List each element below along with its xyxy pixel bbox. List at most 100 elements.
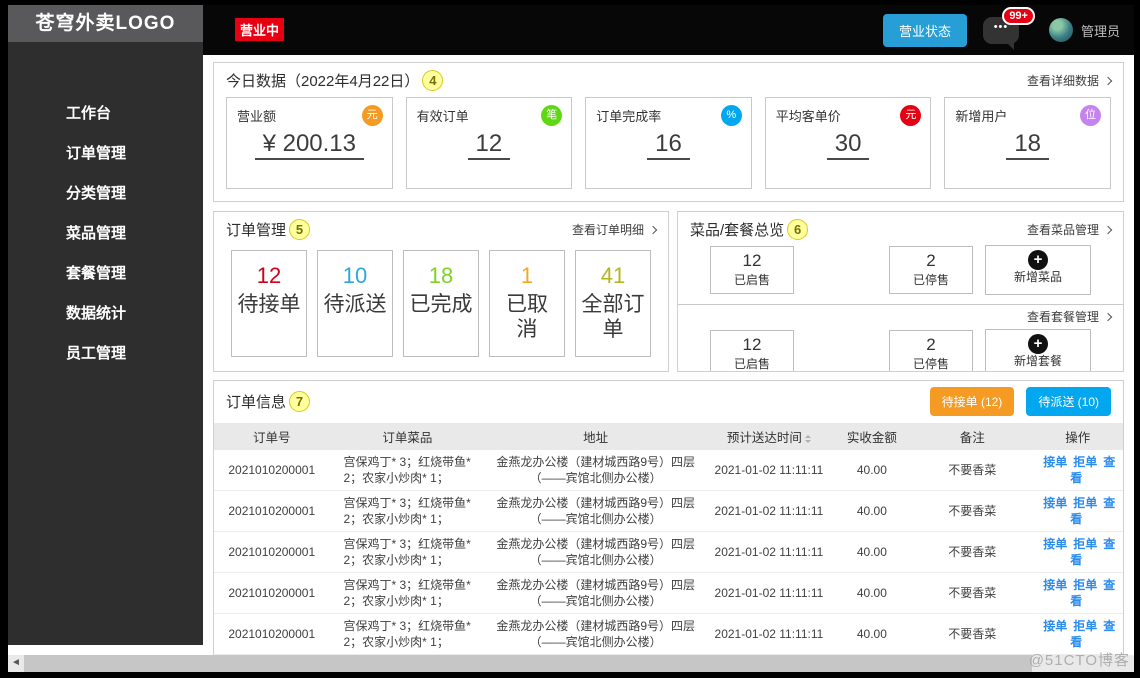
stat-card-label: 营业额: [237, 106, 382, 125]
chevron-right-icon: [1104, 312, 1112, 320]
combo-stat-box: 12 已启售: [710, 330, 794, 372]
add-dish-button[interactable]: + 新增菜品: [985, 245, 1091, 295]
order-status-box[interactable]: 18 已完成: [403, 250, 479, 357]
sidebar-item[interactable]: 分类管理: [8, 174, 203, 214]
watermark: @51CTO博客: [1029, 649, 1130, 670]
order-status-count: 10: [318, 263, 392, 289]
accept-order-link[interactable]: 接单: [1043, 496, 1067, 510]
col-amount: 实收金额: [832, 423, 912, 450]
unit-badge-icon: 位: [1080, 105, 1101, 126]
order-info-title: 订单信息: [226, 391, 286, 412]
reject-order-link[interactable]: 拒单: [1073, 496, 1097, 510]
dish-stat-box: 12 已启售: [710, 246, 794, 294]
accept-order-link[interactable]: 接单: [1043, 619, 1067, 633]
order-status-box[interactable]: 10 待派送: [317, 250, 393, 357]
dish-combo-overview-panel: 菜品/套餐总览 6 查看菜品管理 12: [677, 211, 1124, 372]
sidebar-item[interactable]: 员工管理: [8, 334, 203, 374]
order-status-count: 1: [490, 263, 564, 289]
cell-remark: 不要香菜: [912, 614, 1033, 655]
cell-order-no: 2021010200001: [214, 614, 330, 655]
unit-badge-icon: %: [721, 105, 742, 126]
view-detail-data-link[interactable]: 查看详细数据: [1027, 72, 1111, 89]
reject-order-link[interactable]: 拒单: [1073, 455, 1097, 469]
sort-icon[interactable]: [805, 432, 811, 446]
scrollbar-thumb[interactable]: [24, 655, 1032, 672]
accept-order-link[interactable]: 接单: [1043, 578, 1067, 592]
annotation-circle-7: 7: [289, 391, 310, 412]
annotation-circle-4: 4: [422, 70, 443, 91]
today-data-panel: 今日数据（2022年4月22日） 4 查看详细数据 营业额 元 ¥ 200.13: [213, 62, 1124, 202]
order-status-label: 待派送: [318, 292, 392, 317]
cell-address: 金燕龙办公楼（建材城西路9号）四层（——宾馆北侧办公楼）: [485, 532, 706, 573]
col-actions: 操作: [1033, 423, 1123, 450]
add-combo-button[interactable]: + 新增套餐: [985, 329, 1091, 372]
col-order-no: 订单号: [214, 423, 330, 450]
cell-dishes: 宫保鸡丁* 3；红烧带鱼* 2；农家小炒肉* 1；: [330, 450, 486, 491]
cell-dishes: 宫保鸡丁* 3；红烧带鱼* 2；农家小炒肉* 1；: [330, 532, 486, 573]
table-row: 2021010200001 宫保鸡丁* 3；红烧带鱼* 2；农家小炒肉* 1； …: [214, 614, 1123, 655]
cell-dishes: 宫保鸡丁* 3；红烧带鱼* 2；农家小炒肉* 1；: [330, 491, 486, 532]
notifications-icon[interactable]: ••• 99+: [983, 17, 1019, 44]
avatar[interactable]: [1049, 18, 1073, 42]
cell-address: 金燕龙办公楼（建材城西路9号）四层（——宾馆北侧办公楼）: [485, 450, 706, 491]
main-content: 今日数据（2022年4月22日） 4 查看详细数据 营业额 元 ¥ 200.13: [203, 55, 1134, 670]
combo-stats-row: 12 已启售 2 已停售 + 新增套餐: [678, 327, 1123, 372]
user-name[interactable]: 管理员: [1081, 21, 1120, 40]
reject-order-link[interactable]: 拒单: [1073, 578, 1097, 592]
reject-order-link[interactable]: 拒单: [1073, 619, 1097, 633]
today-panel-title: 今日数据（2022年4月22日）: [226, 70, 419, 91]
annotation-circle-5: 5: [289, 219, 310, 240]
add-combo-label: 新增套餐: [986, 352, 1090, 369]
combo-link-row: 查看套餐管理: [678, 305, 1123, 327]
order-status-box[interactable]: 1 已取消: [489, 250, 565, 357]
stat-card-value: ¥ 200.13: [237, 130, 382, 158]
plus-icon: +: [1028, 334, 1048, 354]
cell-dishes: 宫保鸡丁* 3；红烧带鱼* 2；农家小炒肉* 1；: [330, 614, 486, 655]
dish-overview-header: 菜品/套餐总览 6 查看菜品管理: [678, 212, 1123, 243]
col-eta[interactable]: 预计送达时间: [706, 423, 832, 450]
stat-card-value: 18: [955, 130, 1100, 158]
cell-order-no: 2021010200001: [214, 532, 330, 573]
cell-address: 金燕龙办公楼（建材城西路9号）四层（——宾馆北侧办公楼）: [485, 614, 706, 655]
scroll-left-arrow-icon[interactable]: ◄: [11, 657, 21, 668]
cell-actions: 接单拒单查看: [1033, 532, 1123, 573]
accept-order-link[interactable]: 接单: [1043, 537, 1067, 551]
horizontal-scrollbar[interactable]: ◄: [8, 655, 1134, 672]
tab-pending-orders[interactable]: 待接单 (12): [930, 387, 1015, 416]
col-remark: 备注: [912, 423, 1033, 450]
view-combo-management-link[interactable]: 查看套餐管理: [1027, 308, 1111, 325]
cell-eta: 2021-01-02 11:11:11: [706, 532, 832, 573]
order-overview-header: 订单管理 5 查看订单明细: [214, 212, 668, 243]
stat-card-value: 16: [596, 130, 741, 158]
order-status-label: 已完成: [404, 292, 478, 317]
dish-stat-value: 2: [890, 251, 972, 271]
sidebar-item[interactable]: 菜品管理: [8, 214, 203, 254]
notification-count-badge: 99+: [1002, 7, 1035, 25]
view-dish-management-link[interactable]: 查看菜品管理: [1027, 221, 1111, 238]
order-status-label: 全部订单: [576, 292, 650, 342]
sidebar-item[interactable]: 工作台: [8, 94, 203, 134]
order-info-panel: 订单信息 7 待接单 (12) 待派送 (10) 订单号: [213, 380, 1124, 670]
cell-address: 金燕龙办公楼（建材城西路9号）四层（——宾馆北侧办公楼）: [485, 491, 706, 532]
reject-order-link[interactable]: 拒单: [1073, 537, 1097, 551]
order-overview-panel: 订单管理 5 查看订单明细 12 待接单: [213, 211, 669, 372]
sidebar-item[interactable]: 数据统计: [8, 294, 203, 334]
stat-card-label: 平均客单价: [776, 106, 921, 125]
order-status-box[interactable]: 41 全部订单: [575, 250, 651, 357]
cell-amount: 40.00: [832, 532, 912, 573]
sidebar-item[interactable]: 订单管理: [8, 134, 203, 174]
accept-order-link[interactable]: 接单: [1043, 455, 1067, 469]
order-status-label: 已取消: [490, 292, 564, 342]
sidebar-item[interactable]: 套餐管理: [8, 254, 203, 294]
dish-stat-label: 已启售: [711, 271, 793, 288]
dish-stat-box: 2 已停售: [889, 246, 973, 294]
view-order-detail-label: 查看订单明细: [572, 221, 644, 238]
order-status-box[interactable]: 12 待接单: [231, 250, 307, 357]
tab-pending-delivery[interactable]: 待派送 (10): [1026, 387, 1111, 416]
dashboard-app: 苍穹外卖LOGO 营业中 营业状态 ••• 99+ 管理员 工作台 订单管理 分…: [8, 5, 1134, 672]
business-status-button[interactable]: 营业状态: [883, 14, 967, 47]
order-info-header: 订单信息 7 待接单 (12) 待派送 (10): [214, 381, 1123, 423]
view-order-detail-link[interactable]: 查看订单明细: [572, 221, 656, 238]
cell-address: 金燕龙办公楼（建材城西路9号）四层（——宾馆北侧办公楼）: [485, 573, 706, 614]
cell-amount: 40.00: [832, 450, 912, 491]
